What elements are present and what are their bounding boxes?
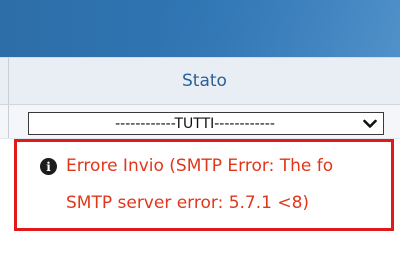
error-message-text-1: Errore Invio (SMTP Error: The fo (66, 156, 334, 176)
error-message-line-2: SMTP server error: 5.7.1 <8) (17, 190, 391, 216)
error-highlight-box: i Errore Invio (SMTP Error: The fo SMTP … (14, 139, 394, 231)
chevron-down-icon[interactable] (357, 113, 383, 134)
column-header-row: Stato (0, 57, 400, 105)
stato-filter-select[interactable]: ------------TUTTI------------ (28, 112, 384, 135)
filter-divider (0, 105, 9, 138)
error-message-text-2: SMTP server error: 5.7.1 <8) (66, 193, 310, 213)
stato-filter-value: ------------TUTTI------------ (115, 115, 275, 132)
column-divider (0, 58, 9, 104)
error-message-line-1: Errore Invio (SMTP Error: The fo (17, 153, 391, 179)
column-header-stato[interactable]: Stato (9, 58, 400, 104)
header-decoration (160, 0, 400, 57)
top-header-bar (0, 0, 400, 57)
